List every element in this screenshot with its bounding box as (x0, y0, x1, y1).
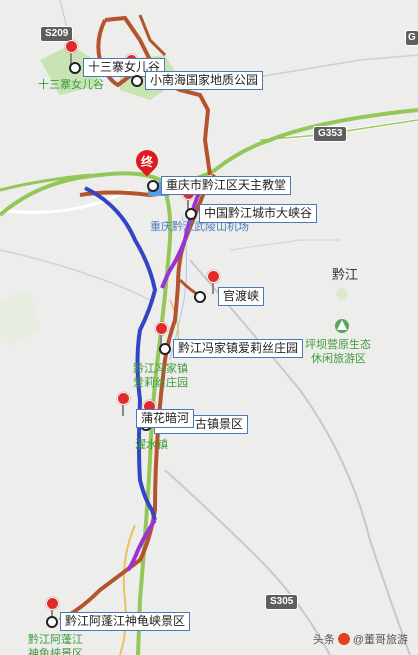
poi-label: 官渡峡 (218, 287, 265, 306)
poi-label: 黔江冯家镇爱莉丝庄园 (173, 339, 304, 358)
poi-guandu[interactable]: 官渡峡 (194, 287, 265, 306)
poi-label: 蒲花暗河 (136, 409, 195, 428)
map-label-qianjiang: 黔江 (332, 267, 359, 282)
poi-church[interactable]: 重庆市黔江区天主教堂 (147, 176, 292, 195)
poi-dot-icon (69, 61, 81, 74)
poi-dot-icon (131, 74, 143, 87)
poi-dot-icon (185, 207, 197, 220)
road-shield-corner: G (405, 30, 418, 46)
watermark-logo-icon (337, 633, 350, 645)
poi-canyon[interactable]: 中国黔江城市大峡谷 (185, 204, 318, 223)
map-canvas[interactable]: S209 G353 S305 G 十三寨女儿谷 重庆黔江武陵山机场 黔江 坪坝营… (0, 0, 418, 655)
poi-label: 中国黔江城市大峡谷 (199, 204, 318, 223)
poi-dot-icon (147, 179, 159, 192)
poi-label: 小南海国家地质公园 (145, 71, 264, 90)
map-base-layer (0, 0, 418, 655)
poi-dot-icon (194, 290, 206, 303)
map-label-zhuoshui: 濯水镇 (135, 439, 168, 451)
map-label-shisanzhai: 十三寨女儿谷 (38, 79, 104, 91)
poi-xiaonanhai[interactable]: 小南海国家地质公园 (131, 71, 264, 90)
map-label-apeng-line2: 神龟峡景区 (28, 648, 83, 655)
watermark-prefix: 头条 (312, 634, 335, 646)
poi-dot-icon (46, 615, 58, 628)
end-marker-label: 终 (140, 155, 153, 169)
poi-label: 重庆市黔江区天主教堂 (161, 176, 292, 195)
poi-puhua[interactable]: 蒲花暗河 (134, 409, 195, 428)
poi-fengjia[interactable]: 黔江冯家镇爱莉丝庄园 (159, 339, 304, 358)
location-pin-icon[interactable] (117, 392, 130, 416)
watermark: 头条 @董哥旅游 (313, 631, 408, 647)
poi-dot-icon (159, 342, 171, 355)
road-shield-g353: G353 (313, 126, 348, 142)
road-shield-s305: S305 (265, 594, 299, 610)
map-label-pingba-line2: 休闲旅游区 (311, 353, 366, 365)
watermark-account: @董哥旅游 (352, 634, 408, 646)
map-label-fengjia-line2: 爱莉丝庄园 (133, 377, 188, 389)
poi-label: 黔江阿蓬江神龟峡景区 (60, 612, 191, 631)
poi-apeng[interactable]: 黔江阿蓬江神龟峡景区 (46, 612, 191, 631)
